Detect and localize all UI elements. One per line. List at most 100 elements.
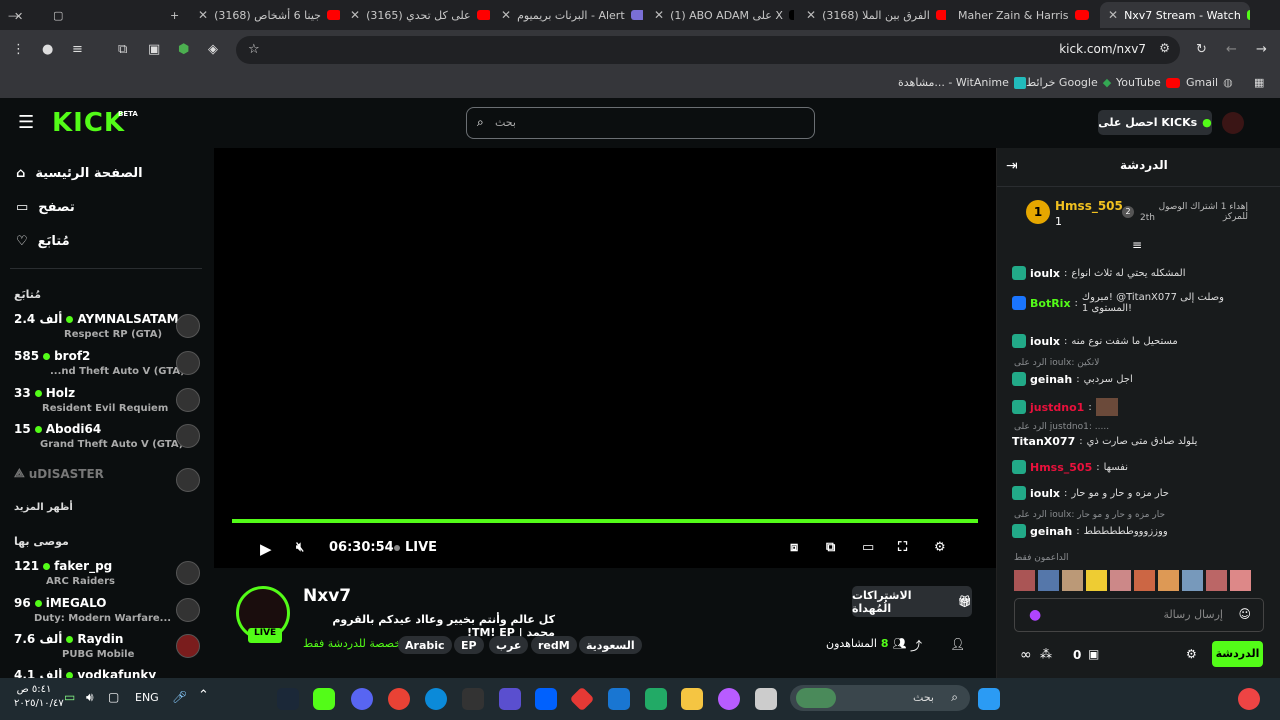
- play-icon[interactable]: ▶: [260, 540, 272, 558]
- bookmark-youtube[interactable]: YouTube: [1116, 76, 1180, 89]
- recommended-channel[interactable]: 121 faker_pg ARC Raiders: [14, 559, 204, 593]
- reply-context[interactable]: الرد على ioulx: حار مزه و حار و مو حار: [1014, 510, 1165, 520]
- close-icon[interactable]: ✕: [654, 8, 664, 22]
- following-channel[interactable]: 33 Holz Resident Evil Requiem: [14, 386, 204, 420]
- dropbox-icon[interactable]: [535, 688, 557, 710]
- search-input[interactable]: ⌕ بحث: [466, 107, 815, 139]
- back-icon[interactable]: →: [1256, 42, 1267, 57]
- reply-context[interactable]: الرد على justdno1: .....: [1014, 422, 1109, 432]
- channel-name[interactable]: Nxv7: [303, 586, 351, 606]
- chevron-up-icon[interactable]: ⌃: [198, 688, 209, 703]
- video-player[interactable]: [214, 148, 996, 568]
- tab-6[interactable]: ✕ (3168) جينا 6 أشخاص: [190, 2, 340, 28]
- progress-track[interactable]: [232, 519, 978, 523]
- avatar[interactable]: [1134, 570, 1155, 591]
- new-tab-icon[interactable]: +: [162, 2, 184, 28]
- windows-start-icon[interactable]: [978, 688, 1000, 710]
- avatar[interactable]: [1158, 570, 1179, 591]
- store-icon[interactable]: [645, 688, 667, 710]
- filter-icon[interactable]: ≡: [1132, 238, 1142, 252]
- extension-2-icon[interactable]: ▣: [148, 42, 160, 57]
- avatar[interactable]: [1110, 570, 1131, 591]
- get-kicks-button[interactable]: احصل على KICKs ●: [1098, 110, 1212, 135]
- extensions-icon[interactable]: ⧉: [118, 42, 127, 57]
- kick-app-icon[interactable]: [313, 688, 335, 710]
- avatar[interactable]: [1038, 570, 1059, 591]
- reload-icon[interactable]: ↻: [1196, 42, 1207, 57]
- settings-gear-icon[interactable]: ⚙: [934, 540, 946, 555]
- leader-name[interactable]: Hmss_505: [1055, 199, 1123, 213]
- chat-settings-icon[interactable]: ⚙: [1186, 647, 1197, 661]
- bookmark-maps[interactable]: خرائط Google ◆: [1026, 76, 1111, 89]
- site-info-icon[interactable]: ⚙: [1159, 41, 1170, 55]
- taskbar-search[interactable]: بحث ⌕: [790, 685, 970, 711]
- apps-icon[interactable]: ▦: [1254, 76, 1264, 89]
- following-channel[interactable]: 15 Abodi64 Grand Theft Auto V (GTA): [14, 422, 204, 456]
- tab-0-active[interactable]: ✕ Nxv7 Stream - Watch: [1100, 2, 1250, 28]
- avatar[interactable]: [1230, 570, 1251, 591]
- tab-search-icon[interactable]: ≡: [72, 42, 83, 57]
- tag[interactable]: السعودية: [579, 636, 642, 654]
- show-more-link[interactable]: أظهر المزيد: [14, 502, 73, 513]
- avatar[interactable]: [1062, 570, 1083, 591]
- share-icon[interactable]: ⤴: [910, 637, 922, 654]
- volume-icon[interactable]: 🔊︎: [86, 690, 94, 705]
- follow-user-icon[interactable]: 👤︎: [950, 637, 965, 651]
- fullscreen-icon[interactable]: ⛶: [898, 540, 907, 555]
- gift-icon[interactable]: ▣: [1088, 647, 1099, 661]
- forward-icon[interactable]: ←: [1226, 42, 1237, 57]
- avatar[interactable]: [1206, 570, 1227, 591]
- emoji-icon[interactable]: ☺: [1238, 607, 1251, 621]
- epic-games-icon[interactable]: [462, 688, 484, 710]
- reply-context[interactable]: الرد على ioulx: لانكين: [1014, 358, 1099, 368]
- send-chat-button[interactable]: الدردشة: [1212, 641, 1263, 667]
- nav-home[interactable]: ⌂ الصفحة الرئيسية: [16, 166, 143, 181]
- tab-3[interactable]: ✕ (1) ABO ADAM على X: [646, 2, 794, 28]
- collapse-chat-icon[interactable]: ⇥: [1006, 158, 1018, 174]
- bookmark-witanime[interactable]: مشاهدة... - WitAnime: [898, 76, 1026, 89]
- notification-icon[interactable]: [1238, 688, 1260, 710]
- star-icon[interactable]: ☆: [248, 42, 260, 57]
- gift-subs-button[interactable]: الاشتراكات الُمُهداة 🎁︎: [852, 586, 972, 617]
- clock-date[interactable]: ٢٠٢٥/١٠/٤٧: [14, 698, 64, 709]
- avatar[interactable]: [1182, 570, 1203, 591]
- recommended-channel[interactable]: 4.1 ألف vodkafunky: [14, 668, 204, 678]
- microphone-icon[interactable]: ●: [1029, 607, 1041, 623]
- avatar[interactable]: [1222, 112, 1244, 134]
- tab-1[interactable]: Maher Zain & Harris: [950, 2, 1096, 28]
- recommended-channel[interactable]: 96 iMEGALO Duty: Modern Warfare...: [14, 596, 204, 630]
- tag[interactable]: EP: [454, 636, 484, 654]
- following-channel[interactable]: 585 brof2 ...nd Theft Auto V (GTA): [14, 349, 204, 383]
- close-icon[interactable]: ✕: [1108, 8, 1118, 22]
- outlook-icon[interactable]: [608, 688, 630, 710]
- restore-icon[interactable]: ▢: [45, 2, 67, 28]
- tag[interactable]: redM: [531, 636, 577, 654]
- tag[interactable]: عرب: [489, 636, 529, 654]
- hamburger-menu-icon[interactable]: ☰: [18, 112, 34, 133]
- clip-icon[interactable]: ⧉: [826, 540, 835, 555]
- close-icon[interactable]: ✕: [501, 8, 511, 22]
- nav-following[interactable]: ♡ مُتابَع: [16, 234, 70, 249]
- theater-icon[interactable]: ▭: [862, 540, 874, 555]
- address-bar[interactable]: ☆ kick.com/nxv7 ⚙: [236, 36, 1180, 64]
- extension-icon[interactable]: ●: [42, 42, 53, 57]
- close-icon[interactable]: ✕: [806, 8, 816, 22]
- steam-icon[interactable]: [277, 688, 299, 710]
- shield-icon[interactable]: ⬢: [178, 42, 189, 57]
- language-indicator[interactable]: ENG: [135, 691, 159, 704]
- pip-icon[interactable]: ⧈: [790, 540, 798, 555]
- chrome-icon[interactable]: [388, 688, 410, 710]
- visual-studio-icon[interactable]: [499, 688, 521, 710]
- microphone-icon[interactable]: 🎤︎: [172, 690, 187, 704]
- clock-time[interactable]: ٥:٤١ ص: [14, 684, 54, 695]
- offline-channel[interactable]: ⟁ uDISASTER: [14, 466, 204, 500]
- bookmark-gmail[interactable]: Gmail ◍: [1186, 76, 1233, 89]
- infinity-icon[interactable]: ∞: [1020, 647, 1032, 663]
- tab-4[interactable]: ✕ البرنات بريميوم - Alert: [493, 2, 643, 28]
- app-icon[interactable]: [755, 688, 777, 710]
- close-window-icon[interactable]: ✕: [6, 3, 28, 29]
- avatar[interactable]: [1086, 570, 1107, 591]
- mute-icon[interactable]: 🔇︎: [296, 540, 304, 555]
- vpn-icon[interactable]: ◈: [208, 42, 218, 57]
- copilot-icon[interactable]: [718, 688, 740, 710]
